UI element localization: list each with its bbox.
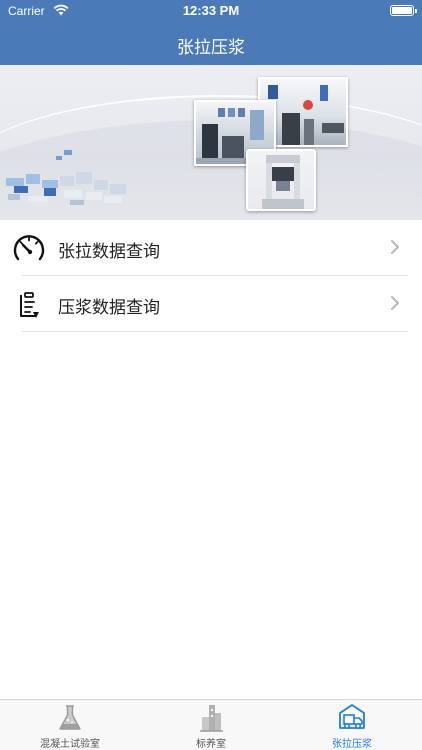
lab-photo-press-machine — [246, 149, 316, 211]
truck-icon — [339, 704, 365, 729]
status-bar: Carrier 12:33 PM — [0, 0, 422, 22]
gauge-icon — [13, 235, 45, 261]
screen: Carrier 12:33 PM 张拉压浆 张拉数据查询 压浆数据查询 混凝土试… — [0, 0, 422, 750]
row-divider — [22, 331, 408, 332]
menu-item-label: 张拉数据查询 — [58, 242, 160, 262]
tab-label: 混凝土试验室 — [40, 739, 100, 750]
chevron-right-icon — [391, 240, 399, 254]
chevron-right-icon — [391, 296, 399, 310]
tab-bar: 混凝土试验室 标养室 张拉压浆 — [0, 699, 422, 750]
battery-icon — [390, 5, 417, 16]
cubes-graphic — [6, 150, 126, 205]
tab-label: 张拉压浆 — [332, 739, 372, 750]
banner-image — [0, 65, 422, 220]
tab-tension-grouting[interactable]: 张拉压浆 — [282, 700, 422, 750]
menu-item-label: 压浆数据查询 — [58, 298, 160, 318]
flask-icon — [59, 705, 81, 730]
page-title: 张拉压浆 — [177, 38, 245, 58]
clipboard-icon — [20, 292, 39, 318]
navigation-bar: Carrier 12:33 PM 张拉压浆 — [0, 0, 422, 65]
tab-concrete-lab[interactable]: 混凝土试验室 — [0, 700, 140, 750]
menu-item-tension-query[interactable]: 张拉数据查询 — [0, 220, 422, 276]
status-time: 12:33 PM — [182, 3, 240, 18]
tab-curing-room[interactable]: 标养室 — [141, 700, 281, 750]
menu-item-grouting-query[interactable]: 压浆数据查询 — [0, 276, 422, 332]
menu-list: 张拉数据查询 压浆数据查询 — [0, 220, 422, 332]
tab-label: 标养室 — [196, 739, 226, 750]
building-icon — [200, 705, 223, 732]
